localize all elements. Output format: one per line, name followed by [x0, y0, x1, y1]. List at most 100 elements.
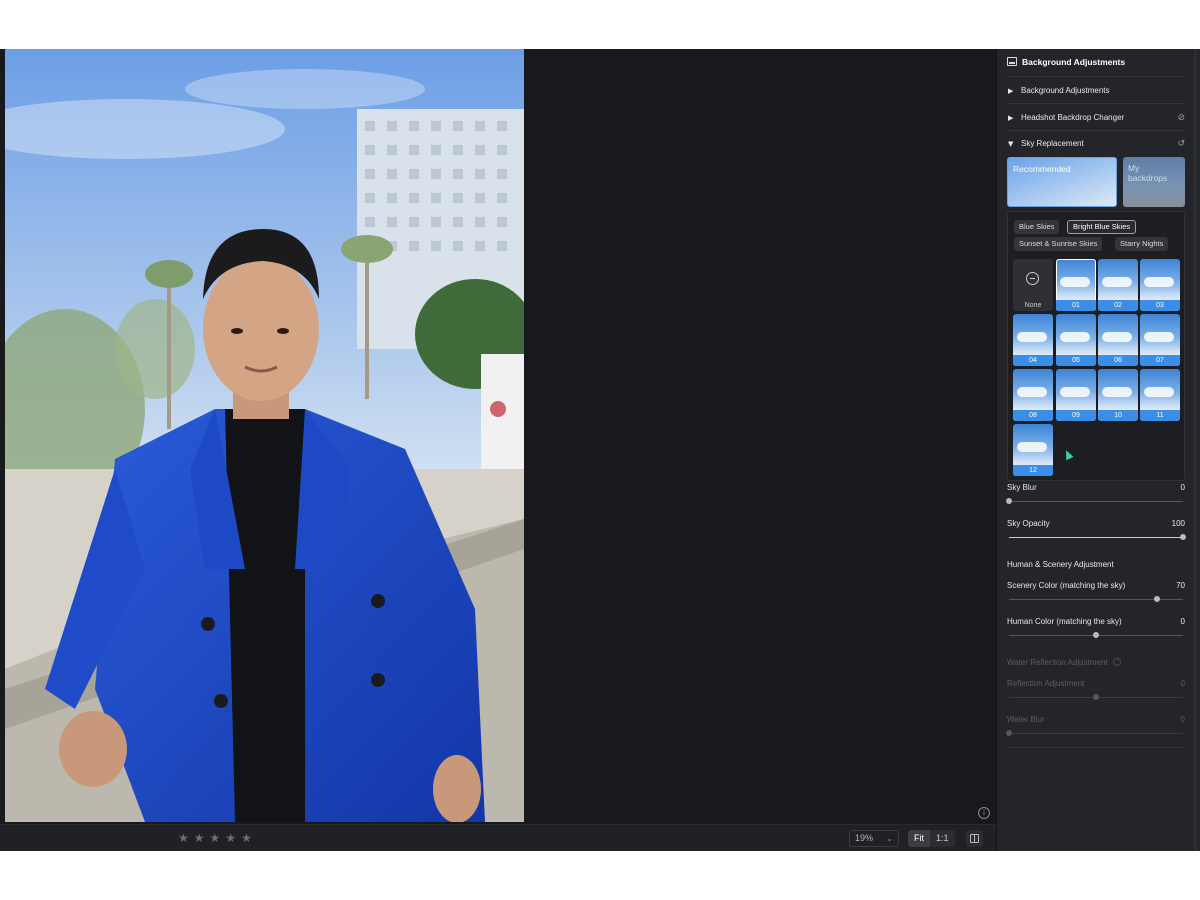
slider-value: 0	[1180, 679, 1185, 688]
mouse-cursor-icon	[1062, 448, 1074, 461]
sky-thumb[interactable]: 07	[1140, 314, 1180, 366]
one-to-one-button[interactable]: 1:1	[930, 830, 955, 847]
thumb-label: None	[1013, 300, 1053, 311]
zoom-value: 19%	[855, 833, 874, 843]
section-background-adjustments[interactable]: ▶ Background Adjustments	[1007, 84, 1185, 98]
thumb-label: 02	[1098, 300, 1138, 311]
slider-value: 70	[1176, 581, 1185, 590]
slider-label-text: Human Color (matching the sky)	[1007, 617, 1122, 626]
slider-fill	[1009, 537, 1183, 538]
sky-opacity-label: Sky Opacity 100	[1007, 519, 1185, 529]
category-blue-skies[interactable]: Blue Skies	[1014, 220, 1060, 234]
recommended-label: Recommended	[1013, 164, 1071, 174]
panel-title: Background Adjustments	[1007, 55, 1125, 69]
reflection-adjustment-label: Reflection Adjustment 0	[1007, 679, 1185, 689]
sky-thumb[interactable]: 12	[1013, 424, 1053, 476]
scenery-color-slider[interactable]	[1009, 596, 1183, 602]
slider-value: 100	[1171, 519, 1185, 528]
sky-thumb[interactable]: 10	[1098, 369, 1138, 421]
caret-down-icon: ▼	[1008, 140, 1014, 148]
star-icon[interactable]: ★	[178, 831, 189, 845]
info-icon[interactable]: i	[978, 807, 990, 819]
split-view-icon	[970, 834, 979, 843]
divider	[1007, 130, 1185, 131]
sky-blur-label: Sky Blur 0	[1007, 483, 1185, 493]
slider-knob[interactable]	[1093, 694, 1099, 700]
thumb-label: 05	[1056, 355, 1096, 366]
section-sky-replacement[interactable]: ▼ Sky Replacement ↺	[1007, 137, 1185, 151]
background-icon	[1007, 57, 1017, 66]
water-heading-text: Water Reflection Adjustment	[1007, 658, 1108, 667]
photo-canvas[interactable]: i	[0, 49, 996, 824]
slider-label-text: Water Blur	[1007, 715, 1045, 724]
sky-thumb[interactable]: 09	[1056, 369, 1096, 421]
thumb-label: 10	[1098, 410, 1138, 421]
star-icon[interactable]: ★	[194, 831, 205, 845]
sky-opacity-slider[interactable]	[1009, 534, 1186, 540]
sky-thumb[interactable]: 06	[1098, 314, 1138, 366]
slider-knob[interactable]	[1006, 730, 1012, 736]
slider-value: 0	[1180, 617, 1185, 626]
slider-label-text: Scenery Color (matching the sky)	[1007, 581, 1126, 590]
sky-thumb[interactable]: 02	[1098, 259, 1138, 311]
rating-stars[interactable]: ★ ★ ★ ★ ★	[178, 831, 252, 845]
section-label: Headshot Backdrop Changer	[1021, 113, 1125, 122]
slider-knob[interactable]	[1153, 596, 1160, 602]
sky-thumb[interactable]: 03	[1140, 259, 1180, 311]
thumb-label: 06	[1098, 355, 1138, 366]
panel-scrollbar[interactable]	[1194, 49, 1197, 851]
caret-right-icon: ▶	[1008, 87, 1014, 95]
slider-knob[interactable]	[1006, 498, 1012, 504]
sky-thumb[interactable]: 04	[1013, 314, 1053, 366]
my-backdrops-card[interactable]: My backdrops	[1123, 157, 1185, 207]
section-label: Sky Replacement	[1021, 139, 1084, 148]
sky-thumb[interactable]: 11	[1140, 369, 1180, 421]
water-reflection-heading: Water Reflection Adjustment	[1007, 658, 1121, 668]
fit-button[interactable]: Fit	[908, 830, 930, 847]
thumb-label: 07	[1140, 355, 1180, 366]
thumb-label: 11	[1140, 410, 1180, 421]
zoom-select[interactable]: 19% ⌄	[849, 830, 899, 847]
view-mode-toggle: Fit 1:1	[908, 830, 955, 847]
sky-thumb[interactable]: 01	[1056, 259, 1096, 311]
thumb-label: 01	[1056, 300, 1096, 311]
category-starry-nights[interactable]: Starry Nights	[1115, 237, 1169, 251]
star-icon[interactable]: ★	[241, 831, 252, 845]
sky-thumb-none[interactable]: None	[1013, 259, 1053, 311]
water-blur-slider[interactable]	[1006, 730, 1183, 736]
sky-blur-slider[interactable]	[1006, 498, 1183, 504]
slider-label-text: Sky Opacity	[1007, 519, 1050, 528]
chevron-down-icon: ⌄	[886, 834, 893, 843]
section-headshot-backdrop-changer[interactable]: ▶ Headshot Backdrop Changer ⊘	[1007, 111, 1185, 125]
link-icon[interactable]: ⊘	[1177, 111, 1185, 125]
scenery-color-label: Scenery Color (matching the sky) 70	[1007, 581, 1185, 591]
thumb-label: 03	[1140, 300, 1180, 311]
category-bright-blue-skies[interactable]: Bright Blue Skies	[1067, 220, 1137, 234]
slider-value: 0	[1180, 715, 1185, 724]
caret-right-icon: ▶	[1008, 114, 1014, 122]
category-sunset-sunrise-skies[interactable]: Sunset & Sunrise Skies	[1014, 237, 1103, 251]
human-color-label: Human Color (matching the sky) 0	[1007, 617, 1185, 627]
reset-icon[interactable]: ↺	[1177, 137, 1185, 151]
bottom-toolbar: ★ ★ ★ ★ ★ 19% ⌄ Fit 1:1	[0, 824, 996, 851]
compare-view-button[interactable]	[966, 830, 983, 847]
divider	[1007, 747, 1185, 748]
slider-knob[interactable]	[1180, 534, 1186, 540]
info-icon[interactable]	[1112, 658, 1121, 666]
slider-value: 0	[1180, 483, 1185, 492]
sky-thumb[interactable]: 08	[1013, 369, 1053, 421]
slider-label-text: Reflection Adjustment	[1007, 679, 1085, 688]
star-icon[interactable]: ★	[210, 831, 221, 845]
star-icon[interactable]: ★	[225, 831, 236, 845]
sky-thumb[interactable]: 05	[1056, 314, 1096, 366]
divider	[1007, 103, 1185, 104]
slider-knob[interactable]	[1093, 632, 1099, 638]
sky-library: Blue Skies Bright Blue Skies Sunset & Su…	[1007, 211, 1185, 481]
human-color-slider[interactable]	[1009, 632, 1183, 638]
portrait-photo[interactable]	[5, 49, 524, 822]
section-label: Background Adjustments	[1021, 86, 1110, 95]
reflection-adjustment-slider[interactable]	[1009, 694, 1183, 700]
recommended-card[interactable]: Recommended	[1007, 157, 1117, 207]
minus-circle-icon	[1026, 272, 1039, 285]
thumb-label: 09	[1056, 410, 1096, 421]
